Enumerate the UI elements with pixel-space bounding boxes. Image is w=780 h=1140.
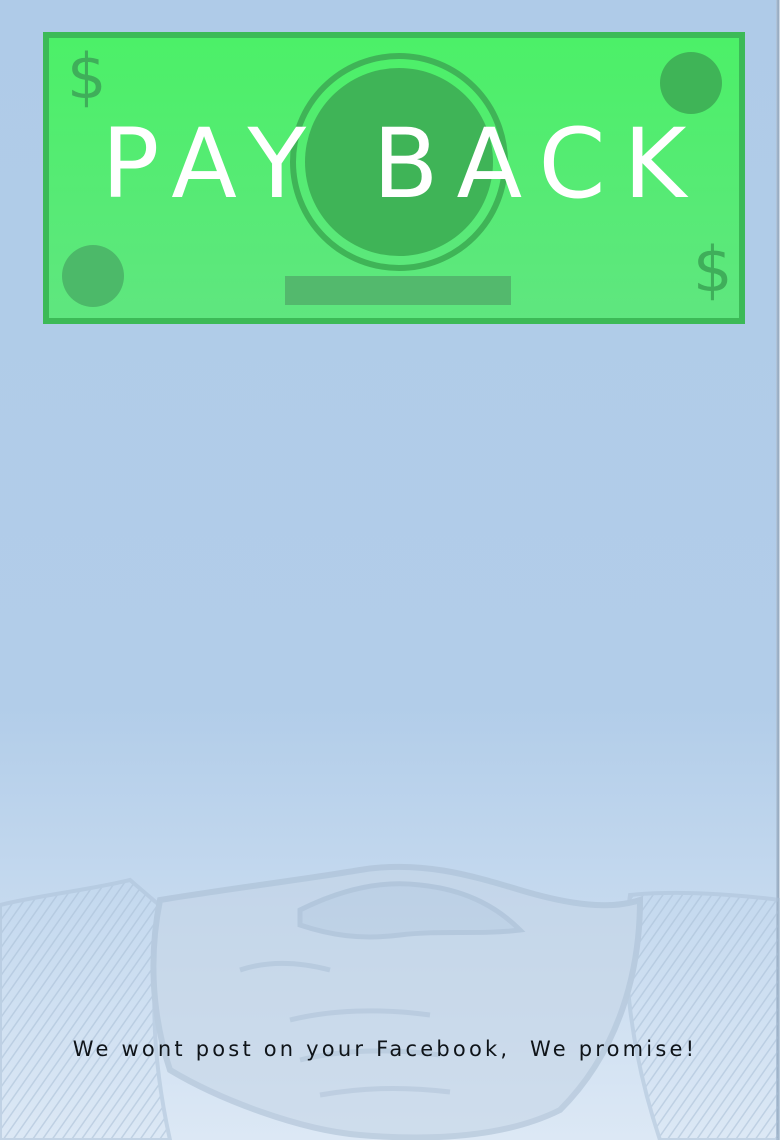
bill-serial-bar <box>285 276 511 305</box>
bill-corner-dot-bottom-left <box>62 245 124 307</box>
dollar-bill-icon: $ $ PAY BACK <box>43 32 745 324</box>
handshake-icon <box>0 863 780 1140</box>
bill-corner-dot-top-right <box>660 52 722 114</box>
dollar-sign-icon: $ <box>67 40 107 113</box>
tagline: We wont post on your Facebook, We promis… <box>72 1037 698 1061</box>
dollar-sign-icon: $ <box>693 233 733 306</box>
page-title: PAY BACK <box>101 108 705 220</box>
page: { "bill": { "title": "PAY BACK", "curren… <box>0 0 780 1140</box>
